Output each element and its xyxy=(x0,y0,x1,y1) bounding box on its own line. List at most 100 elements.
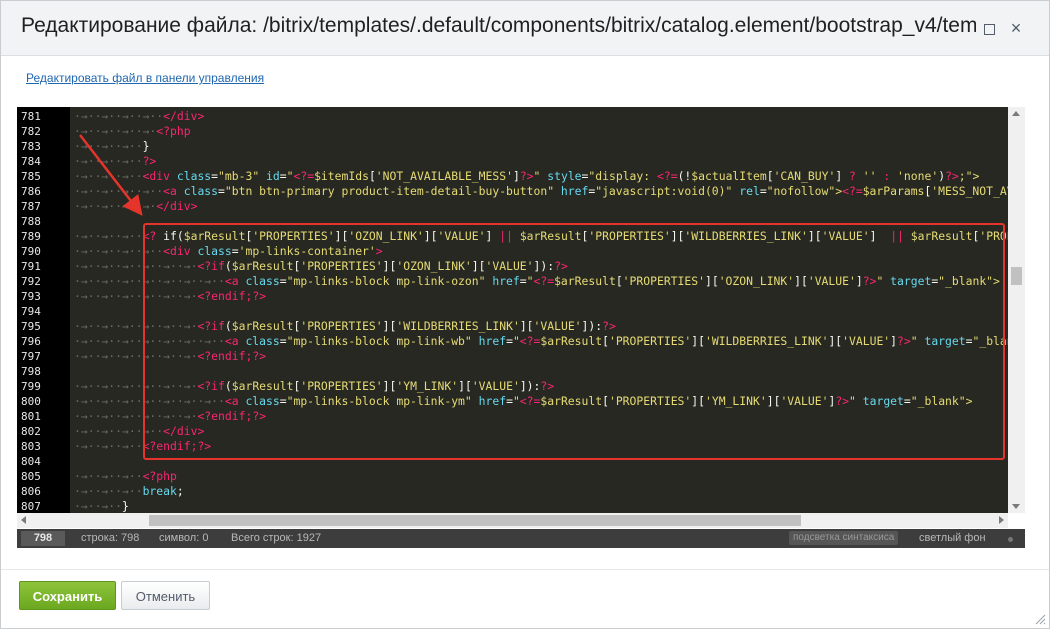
vertical-scrollbar[interactable] xyxy=(1008,107,1025,513)
line-number: 793 xyxy=(21,290,41,303)
line-number: 806 xyxy=(21,485,41,498)
code-line[interactable]: ·→··→··} xyxy=(74,499,129,513)
light-theme-toggle[interactable]: светлый фон xyxy=(919,532,986,544)
code-token: = xyxy=(759,184,767,198)
line-number: 788 xyxy=(21,215,41,228)
code-token: = xyxy=(211,169,219,183)
line-number: 798 xyxy=(21,365,41,378)
code-token: ] xyxy=(512,169,520,183)
code-token: = xyxy=(279,169,287,183)
code-token: "javascript:void(0)" xyxy=(595,184,740,198)
code-line[interactable]: ·→··→··→··<?php xyxy=(74,469,177,484)
code-token: ?> xyxy=(519,169,534,183)
horizontal-scrollbar[interactable] xyxy=(17,513,1008,528)
code-token: class xyxy=(176,169,212,183)
line-number: 789 xyxy=(21,230,41,243)
line-number: 785 xyxy=(21,170,41,183)
code-token: [ xyxy=(766,169,774,183)
code-token: 'none' xyxy=(890,169,939,183)
scroll-left-icon[interactable] xyxy=(21,516,26,524)
code-token: class xyxy=(183,184,219,198)
line-number: 787 xyxy=(21,200,41,213)
code-token: " xyxy=(533,169,548,183)
annotation-arrow-icon xyxy=(79,134,143,216)
line-number-gutter: 781 782 783 784 785 786 787 788 789 790 791 792 793 7… xyxy=(17,107,70,513)
code-token: break xyxy=(142,484,177,498)
code-token: ] xyxy=(835,169,850,183)
line-number: 807 xyxy=(21,500,41,513)
line-number: 783 xyxy=(21,140,41,153)
resize-grip-icon[interactable] xyxy=(1034,613,1046,625)
code-token: ·→··→··→·· xyxy=(74,229,143,243)
code-token: <?= xyxy=(656,169,678,183)
code-token: "mb-3" xyxy=(218,169,267,183)
status-total-lines: Всего строк: 1927 xyxy=(231,532,322,544)
code-token: "btn btn-primary product-item-detail-buy… xyxy=(224,184,561,198)
code-token: $itemIds xyxy=(314,169,369,183)
maximize-icon[interactable] xyxy=(979,18,999,38)
code-token: ·→··→··→·· xyxy=(74,469,143,483)
code-token: <?= xyxy=(293,169,315,183)
code-token: ·→··→··→·· xyxy=(74,439,143,453)
line-number: 781 xyxy=(21,110,41,123)
code-token: } xyxy=(122,499,129,513)
code-token: <?= xyxy=(842,184,863,198)
code-token: ·→··→··→··→·· xyxy=(74,109,164,123)
code-token: href xyxy=(560,184,589,198)
code-token: <?php xyxy=(156,124,191,138)
line-number: 796 xyxy=(21,335,41,348)
edit-in-control-panel-link[interactable]: Редактировать файл в панели управления xyxy=(26,71,264,85)
dialog-title: Редактирование файла: /bitrix/templates/… xyxy=(21,14,976,37)
scroll-down-icon[interactable] xyxy=(1012,504,1020,509)
code-token: id xyxy=(266,169,280,183)
dialog-titlebar: Редактирование файла: /bitrix/templates/… xyxy=(0,0,1050,56)
code-token: <?php xyxy=(142,469,177,483)
line-number: 803 xyxy=(21,440,41,453)
vertical-scroll-thumb[interactable] xyxy=(1011,267,1022,285)
goto-line-field[interactable]: 798 xyxy=(21,531,65,546)
code-token: </div> xyxy=(156,199,198,213)
code-token: style xyxy=(547,169,582,183)
line-number: 802 xyxy=(21,425,41,438)
line-number: 794 xyxy=(21,305,41,318)
code-token: '' xyxy=(855,169,884,183)
code-token: ;"> xyxy=(958,169,980,183)
code-line[interactable]: ·→··→··→··<div class="mb-3" id="<?=$item… xyxy=(74,169,979,184)
horizontal-scroll-thumb[interactable] xyxy=(149,515,801,526)
syntax-highlight-toggle[interactable]: подсветка синтаксиса xyxy=(789,531,899,545)
code-token: $actualItem xyxy=(691,169,767,183)
line-number: 797 xyxy=(21,350,41,363)
line-number: 784 xyxy=(21,155,41,168)
highlight-frame xyxy=(143,223,1005,460)
line-number: 792 xyxy=(21,275,41,288)
close-icon[interactable]: × xyxy=(1006,18,1026,38)
line-number: 800 xyxy=(21,395,41,408)
cancel-button[interactable]: Отменить xyxy=(121,581,210,610)
scroll-right-icon[interactable] xyxy=(999,516,1004,524)
editor-statusbar: 798 строка: 798 символ: 0 Всего строк: 1… xyxy=(17,529,1025,548)
code-token: ? xyxy=(849,169,856,183)
line-number: 795 xyxy=(21,320,41,333)
line-number: 790 xyxy=(21,245,41,258)
code-line[interactable]: ·→··→··→··→··<a class="btn btn-primary p… xyxy=(74,184,1025,199)
line-number: 801 xyxy=(21,410,41,423)
status-row: строка: 798 xyxy=(81,532,140,544)
status-dot-icon xyxy=(1008,537,1013,542)
code-token: = xyxy=(218,184,225,198)
save-button[interactable]: Сохранить xyxy=(19,581,116,610)
code-line[interactable]: ·→··→··→··break; xyxy=(74,484,184,499)
code-token: (! xyxy=(677,169,692,183)
code-token: </div> xyxy=(163,109,205,123)
code-line[interactable]: ·→··→··→··→··</div> xyxy=(74,109,204,124)
code-token: $arParams xyxy=(862,184,925,198)
scroll-up-icon[interactable] xyxy=(1012,111,1020,116)
line-number: 804 xyxy=(21,455,41,468)
line-number: 791 xyxy=(21,260,41,273)
code-token: "display: xyxy=(588,169,657,183)
line-number: 782 xyxy=(21,125,41,138)
code-token: [ xyxy=(368,169,376,183)
code-token: ·→··→·· xyxy=(74,499,123,513)
line-number: 799 xyxy=(21,380,41,393)
code-token: ; xyxy=(176,484,184,498)
code-token: 'CAN_BUY' xyxy=(773,169,836,183)
